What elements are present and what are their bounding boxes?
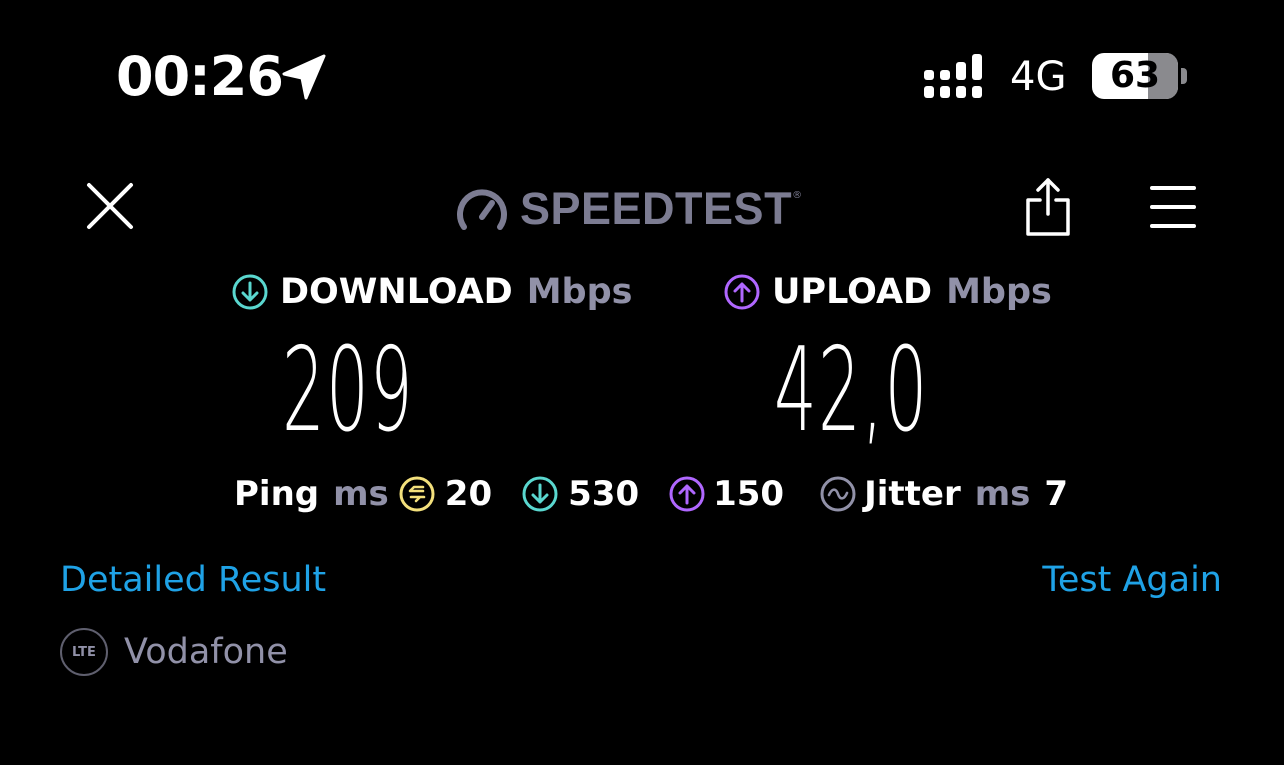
battery-nub [1181,68,1187,84]
location-arrow-icon [282,54,326,100]
download-ping-value: 530 [568,474,640,514]
upload-header: UPLOAD Mbps [724,270,1052,314]
download-ping-icon [522,476,558,512]
download-unit: Mbps [526,272,633,312]
speedtest-logo: SPEEDTEST ® [456,182,802,236]
network-type: 4G [1010,54,1067,100]
upload-ping-value: 150 [713,474,785,514]
logo-trademark: ® [792,190,803,201]
idle-ping-value: 20 [444,474,493,514]
upload-speed-value: 42,0 [774,323,929,458]
battery-icon: 63 [1092,53,1178,99]
ping-unit: ms [333,474,389,514]
upload-label: UPLOAD [772,272,933,312]
lte-icon: LTE [60,628,108,676]
download-header: DOWNLOAD Mbps [232,270,633,314]
download-arrow-icon [232,274,268,310]
speedometer-logo-icon [457,189,507,230]
menu-icon[interactable] [1148,184,1198,230]
ping-row: Ping ms 20 530 150 Jitter ms 7 [234,472,1068,516]
ping-label: Ping [234,474,320,514]
share-icon[interactable] [1022,176,1074,238]
carrier-info: LTE Vodafone [60,628,288,676]
logo-text: SPEEDTEST [520,183,793,234]
jitter-unit: ms [974,474,1031,514]
close-icon[interactable] [84,180,136,232]
jitter-value: 7 [1044,474,1069,514]
upload-arrow-icon [724,274,760,310]
detailed-result-link[interactable]: Detailed Result [60,558,326,602]
signal-bars-icon [924,54,982,98]
upload-unit: Mbps [946,272,1052,312]
battery-level: 63 [1109,55,1161,96]
jitter-icon [820,476,856,512]
carrier-name: Vodafone [124,632,288,672]
test-again-link[interactable]: Test Again [1042,558,1222,602]
idle-ping-icon [399,476,435,512]
download-label: DOWNLOAD [280,272,513,312]
download-speed-value: 209 [282,323,414,458]
status-time: 00:26 [116,45,284,108]
upload-ping-icon [669,476,705,512]
jitter-label: Jitter [864,474,961,514]
